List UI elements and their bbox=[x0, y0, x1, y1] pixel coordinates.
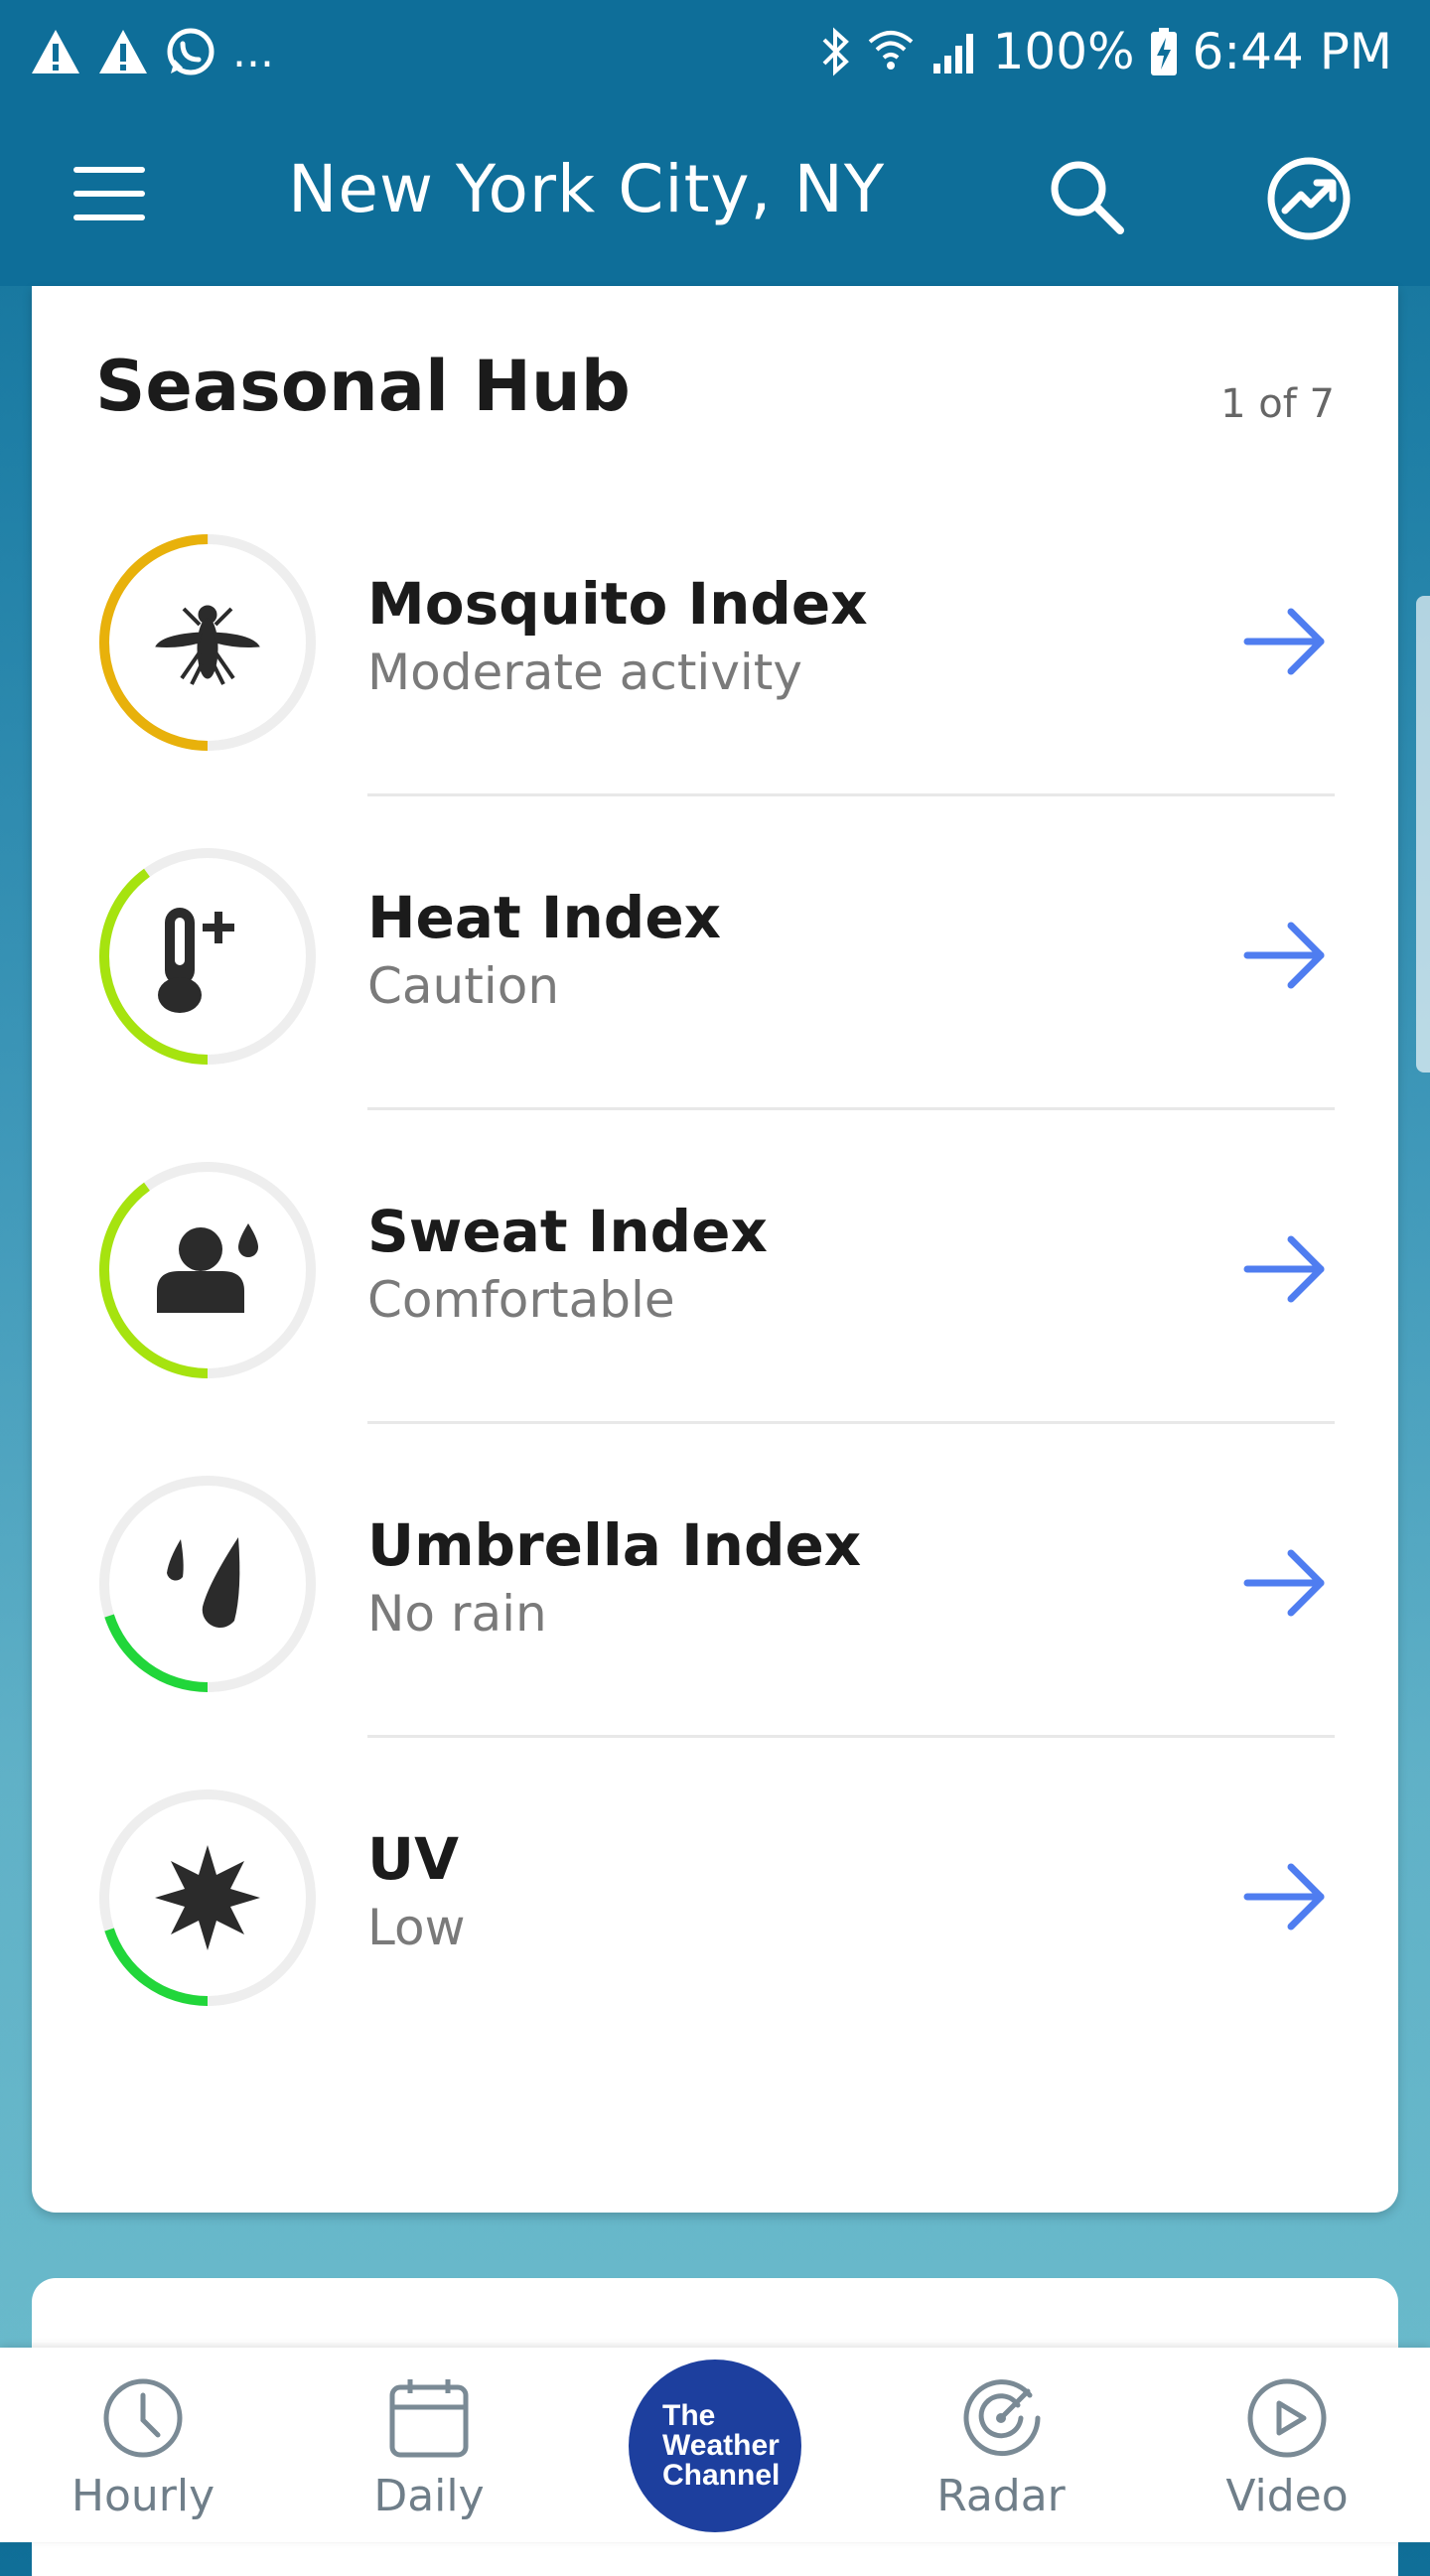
calendar-icon bbox=[389, 2379, 469, 2458]
battery-charging-icon bbox=[1149, 26, 1179, 77]
weather-channel-logo[interactable]: The Weather Channel bbox=[629, 2360, 801, 2532]
system-icons: 100% 6:44 PM bbox=[818, 18, 1392, 85]
card-title: Seasonal Hub bbox=[95, 346, 631, 427]
index-status: Comfortable bbox=[367, 1271, 675, 1329]
index-status: No rain bbox=[367, 1585, 547, 1643]
nav-daily[interactable]: Daily bbox=[330, 2375, 528, 2534]
nav-label: Daily bbox=[373, 2471, 485, 2521]
warning-icon bbox=[97, 28, 149, 75]
nav-radar[interactable]: Radar bbox=[902, 2375, 1100, 2534]
nav-video[interactable]: Video bbox=[1188, 2375, 1386, 2534]
seasonal-hub-card: Seasonal Hub 1 of 7 Mosquito Index Moder… bbox=[32, 286, 1398, 2213]
arrow-right-icon[interactable] bbox=[1241, 1229, 1331, 1309]
menu-icon[interactable] bbox=[70, 161, 149, 228]
arrow-right-icon[interactable] bbox=[1241, 916, 1331, 995]
bluetooth-icon bbox=[818, 26, 852, 77]
nav-hourly[interactable]: Hourly bbox=[44, 2375, 242, 2534]
arrow-right-icon[interactable] bbox=[1241, 1857, 1331, 1936]
level-ring bbox=[99, 1162, 316, 1378]
hub-row-uv[interactable]: UV Low bbox=[32, 1738, 1398, 2052]
app-bar: New York City, NY bbox=[0, 103, 1430, 286]
more-notifications: ... bbox=[232, 26, 274, 77]
signal-icon bbox=[930, 28, 979, 75]
index-status: Moderate activity bbox=[367, 644, 802, 701]
arrow-right-icon[interactable] bbox=[1241, 602, 1331, 681]
whatsapp-icon bbox=[165, 26, 216, 77]
person-sweat-icon bbox=[157, 1223, 258, 1313]
index-name: Umbrella Index bbox=[367, 1511, 862, 1579]
play-icon bbox=[1247, 2378, 1327, 2458]
hub-row-sweat[interactable]: Sweat Index Comfortable bbox=[32, 1110, 1398, 1424]
level-ring bbox=[99, 534, 316, 751]
level-ring bbox=[99, 1476, 316, 1692]
index-status: Low bbox=[367, 1899, 466, 1956]
location-title[interactable]: New York City, NY bbox=[288, 151, 885, 227]
index-name: Mosquito Index bbox=[367, 570, 868, 638]
notification-icons: ... bbox=[30, 18, 274, 85]
mosquito-icon bbox=[155, 605, 260, 685]
hub-row-mosquito[interactable]: Mosquito Index Moderate activity bbox=[32, 483, 1398, 796]
clock-icon bbox=[103, 2378, 183, 2458]
radar-icon bbox=[963, 2379, 1041, 2457]
logo-line: Channel bbox=[662, 2459, 781, 2492]
battery-percent: 100% bbox=[992, 23, 1135, 80]
status-bar: ... 100% 6:44 PM bbox=[0, 0, 1430, 103]
clock-time: 6:44 PM bbox=[1192, 23, 1392, 80]
side-drawer-handle[interactable] bbox=[1416, 596, 1430, 1073]
bottom-nav: Hourly Daily The Weather Channel Radar V… bbox=[0, 2348, 1430, 2542]
nav-label: Video bbox=[1225, 2471, 1349, 2521]
hub-row-heat[interactable]: Heat Index Caution bbox=[32, 796, 1398, 1110]
nav-label: Hourly bbox=[71, 2471, 215, 2521]
thermometer-plus-icon bbox=[158, 908, 234, 1013]
index-name: Heat Index bbox=[367, 884, 722, 951]
sun-icon bbox=[155, 1845, 260, 1950]
warning-icon bbox=[30, 28, 81, 75]
hub-row-umbrella[interactable]: Umbrella Index No rain bbox=[32, 1424, 1398, 1738]
index-status: Caution bbox=[367, 957, 560, 1015]
search-icon[interactable] bbox=[1043, 153, 1132, 242]
arrow-right-icon[interactable] bbox=[1241, 1543, 1331, 1623]
index-name: Sweat Index bbox=[367, 1198, 768, 1265]
wifi-icon bbox=[866, 26, 916, 77]
logo-line: Weather bbox=[662, 2429, 780, 2462]
trending-icon[interactable] bbox=[1259, 149, 1358, 248]
logo-line: The bbox=[662, 2399, 716, 2432]
level-ring bbox=[99, 1789, 316, 2006]
raindrop-icon bbox=[167, 1537, 240, 1629]
page-indicator: 1 of 7 bbox=[1220, 381, 1335, 427]
level-ring bbox=[99, 848, 316, 1065]
index-name: UV bbox=[367, 1825, 459, 1893]
nav-label: Radar bbox=[936, 2471, 1066, 2521]
